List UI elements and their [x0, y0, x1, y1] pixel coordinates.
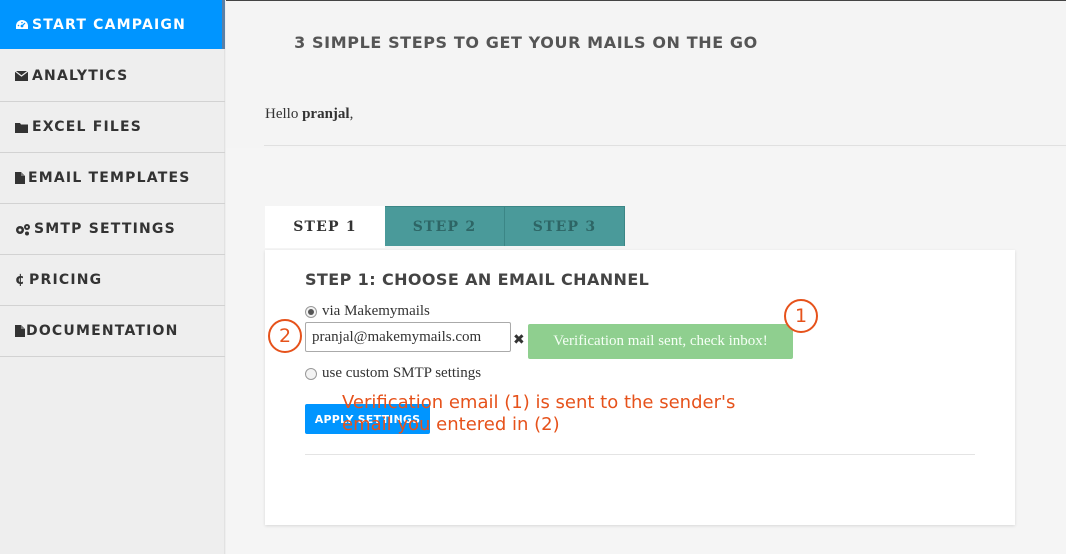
file-icon: [15, 172, 28, 184]
page-title: 3 SIMPLE STEPS TO GET YOUR MAILS ON THE …: [294, 33, 758, 52]
step-heading: STEP 1: CHOOSE AN EMAIL CHANNEL: [305, 270, 650, 289]
step-panel: STEP 1: CHOOSE AN EMAIL CHANNEL via Make…: [265, 250, 1015, 525]
tab-step-3[interactable]: STEP 3: [505, 206, 625, 246]
annotation-marker-2: 2: [268, 319, 302, 353]
sidebar-item-documentation[interactable]: DOCUMENTATION: [0, 306, 225, 357]
sidebar-item-label: DOCUMENTATION: [26, 323, 179, 339]
divider: [264, 145, 1066, 146]
radio-label: use custom SMTP settings: [322, 365, 482, 381]
greeting: Hello pranjal,: [265, 106, 353, 123]
greeting-suffix: ,: [349, 106, 354, 122]
folder-icon: [15, 122, 32, 133]
sidebar-item-label: EXCEL FILES: [32, 119, 143, 135]
sidebar-item-analytics[interactable]: ANALYTICS: [0, 51, 225, 102]
verification-status-badge: Verification mail sent, check inbox!: [528, 324, 793, 359]
sidebar-item-pricing[interactable]: ¢ PRICING: [0, 255, 225, 306]
radio-button[interactable]: [305, 305, 317, 318]
radio-option-custom-smtp[interactable]: use custom SMTP settings: [305, 365, 481, 382]
sidebar-item-label: START CAMPAIGN: [32, 16, 187, 33]
sidebar-item-email-templates[interactable]: EMAIL TEMPLATES: [0, 153, 225, 204]
cent-icon: ¢: [15, 272, 26, 288]
radio-button[interactable]: [305, 367, 317, 380]
annotation-note: Verification email (1) is sent to the se…: [342, 392, 782, 436]
gears-icon: [15, 223, 34, 236]
sidebar-item-excel-files[interactable]: EXCEL FILES: [0, 102, 225, 153]
annotation-marker-1: 1: [784, 299, 818, 333]
email-field[interactable]: [305, 322, 511, 352]
sidebar-item-smtp-settings[interactable]: SMTP SETTINGS: [0, 204, 225, 255]
sidebar-item-label: EMAIL TEMPLATES: [28, 170, 191, 186]
radio-label: via Makemymails: [322, 303, 430, 319]
envelope-icon: [15, 71, 32, 81]
greeting-prefix: Hello: [265, 106, 299, 122]
radio-option-makemymails[interactable]: via Makemymails: [305, 303, 430, 320]
divider: [305, 454, 975, 455]
clear-icon[interactable]: ✖: [513, 332, 525, 348]
sidebar-item-label: ANALYTICS: [32, 68, 129, 84]
header-band: [226, 1, 1066, 148]
annotation-note-line-2: email you entered in (2): [342, 414, 560, 435]
sidebar-item-label: SMTP SETTINGS: [34, 221, 176, 237]
sidebar: START CAMPAIGN ANALYTICS EXCEL FILES EMA…: [0, 0, 225, 554]
tab-step-1[interactable]: STEP 1: [265, 206, 385, 248]
greeting-username: pranjal: [302, 106, 350, 122]
main-content: 3 SIMPLE STEPS TO GET YOUR MAILS ON THE …: [226, 0, 1066, 554]
tab-step-2[interactable]: STEP 2: [385, 206, 505, 246]
file-icon: [15, 325, 26, 337]
sidebar-item-label: PRICING: [29, 272, 103, 288]
annotation-note-line-1: Verification email (1) is sent to the se…: [342, 392, 736, 413]
dashboard-icon: [15, 19, 32, 31]
